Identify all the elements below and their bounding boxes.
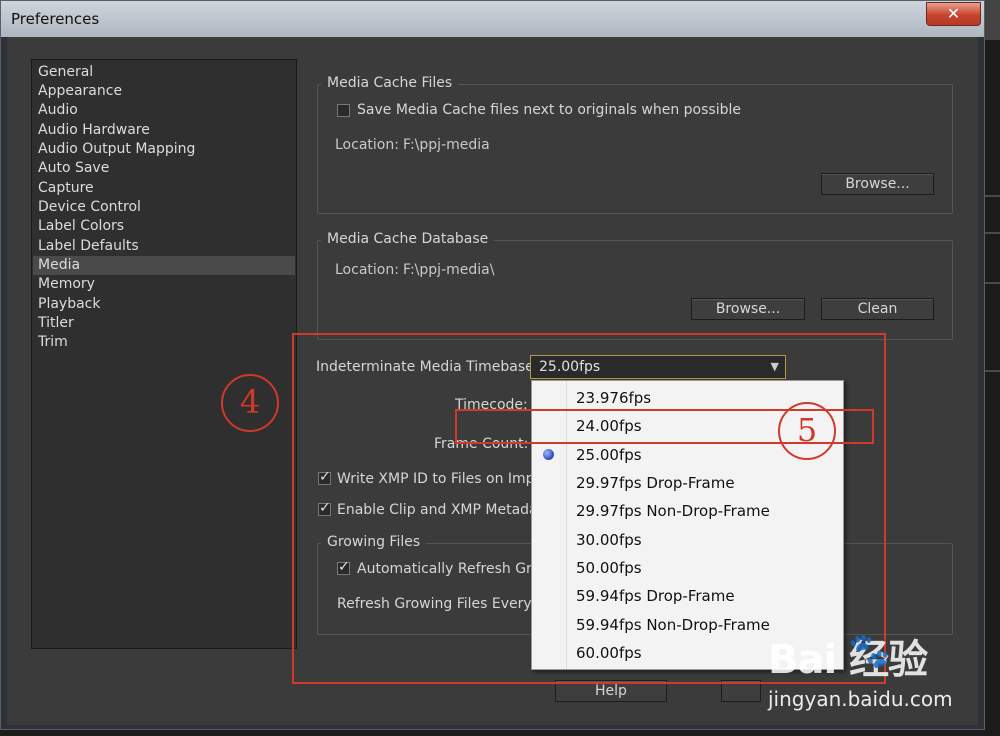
sidebar-item-audio-hardware[interactable]: Audio Hardware (33, 121, 295, 140)
save-next-to-originals-label: Save Media Cache files next to originals… (357, 102, 741, 118)
sidebar-item-label-defaults[interactable]: Label Defaults (33, 237, 295, 256)
preferences-category-list[interactable]: General Appearance Audio Audio Hardware … (31, 59, 297, 649)
sidebar-item-playback[interactable]: Playback (33, 295, 295, 314)
close-button[interactable]: ✕ (926, 2, 981, 26)
media-cache-database-group (317, 240, 953, 340)
sidebar-item-memory[interactable]: Memory (33, 275, 295, 294)
media-cache-database-title: Media Cache Database (321, 231, 495, 247)
save-next-to-originals-checkbox[interactable] (337, 104, 350, 117)
sidebar-item-media[interactable]: Media (33, 256, 295, 275)
cache-db-location-value: F:\ppj-media\ (403, 262, 495, 278)
title-bar: Preferences (1, 1, 984, 37)
cache-files-location-label: Location: (335, 137, 399, 153)
cache-db-clean-button[interactable]: Clean (821, 298, 934, 320)
sidebar-item-audio-output-mapping[interactable]: Audio Output Mapping (33, 140, 295, 159)
sidebar-item-trim[interactable]: Trim (33, 333, 295, 352)
cache-files-location-value: F:\ppj-media (403, 137, 490, 153)
paw-icon: 🐾 (848, 631, 891, 671)
sidebar-item-titler[interactable]: Titler (33, 314, 295, 333)
media-cache-files-title: Media Cache Files (321, 75, 459, 91)
sidebar-item-auto-save[interactable]: Auto Save (33, 159, 295, 178)
watermark-url: jingyan.baidu.com (768, 687, 953, 711)
baidu-watermark: Bai 经验 🐾 jingyan.baidu.com (765, 625, 990, 715)
sidebar-item-audio[interactable]: Audio (33, 101, 295, 120)
sidebar-item-appearance[interactable]: Appearance (33, 82, 295, 101)
close-icon: ✕ (946, 4, 961, 23)
dialog-title: Preferences (11, 10, 100, 28)
sidebar-item-general[interactable]: General (33, 63, 295, 82)
cache-files-browse-button[interactable]: Browse... (821, 173, 934, 195)
annotation-step5-number: 5 (778, 402, 836, 460)
cache-db-location-label: Location: (335, 262, 399, 278)
annotation-step4-number: 4 (221, 374, 279, 432)
cache-db-browse-button[interactable]: Browse... (691, 298, 805, 320)
sidebar-item-label-colors[interactable]: Label Colors (33, 217, 295, 236)
sidebar-item-device-control[interactable]: Device Control (33, 198, 295, 217)
sidebar-item-capture[interactable]: Capture (33, 179, 295, 198)
